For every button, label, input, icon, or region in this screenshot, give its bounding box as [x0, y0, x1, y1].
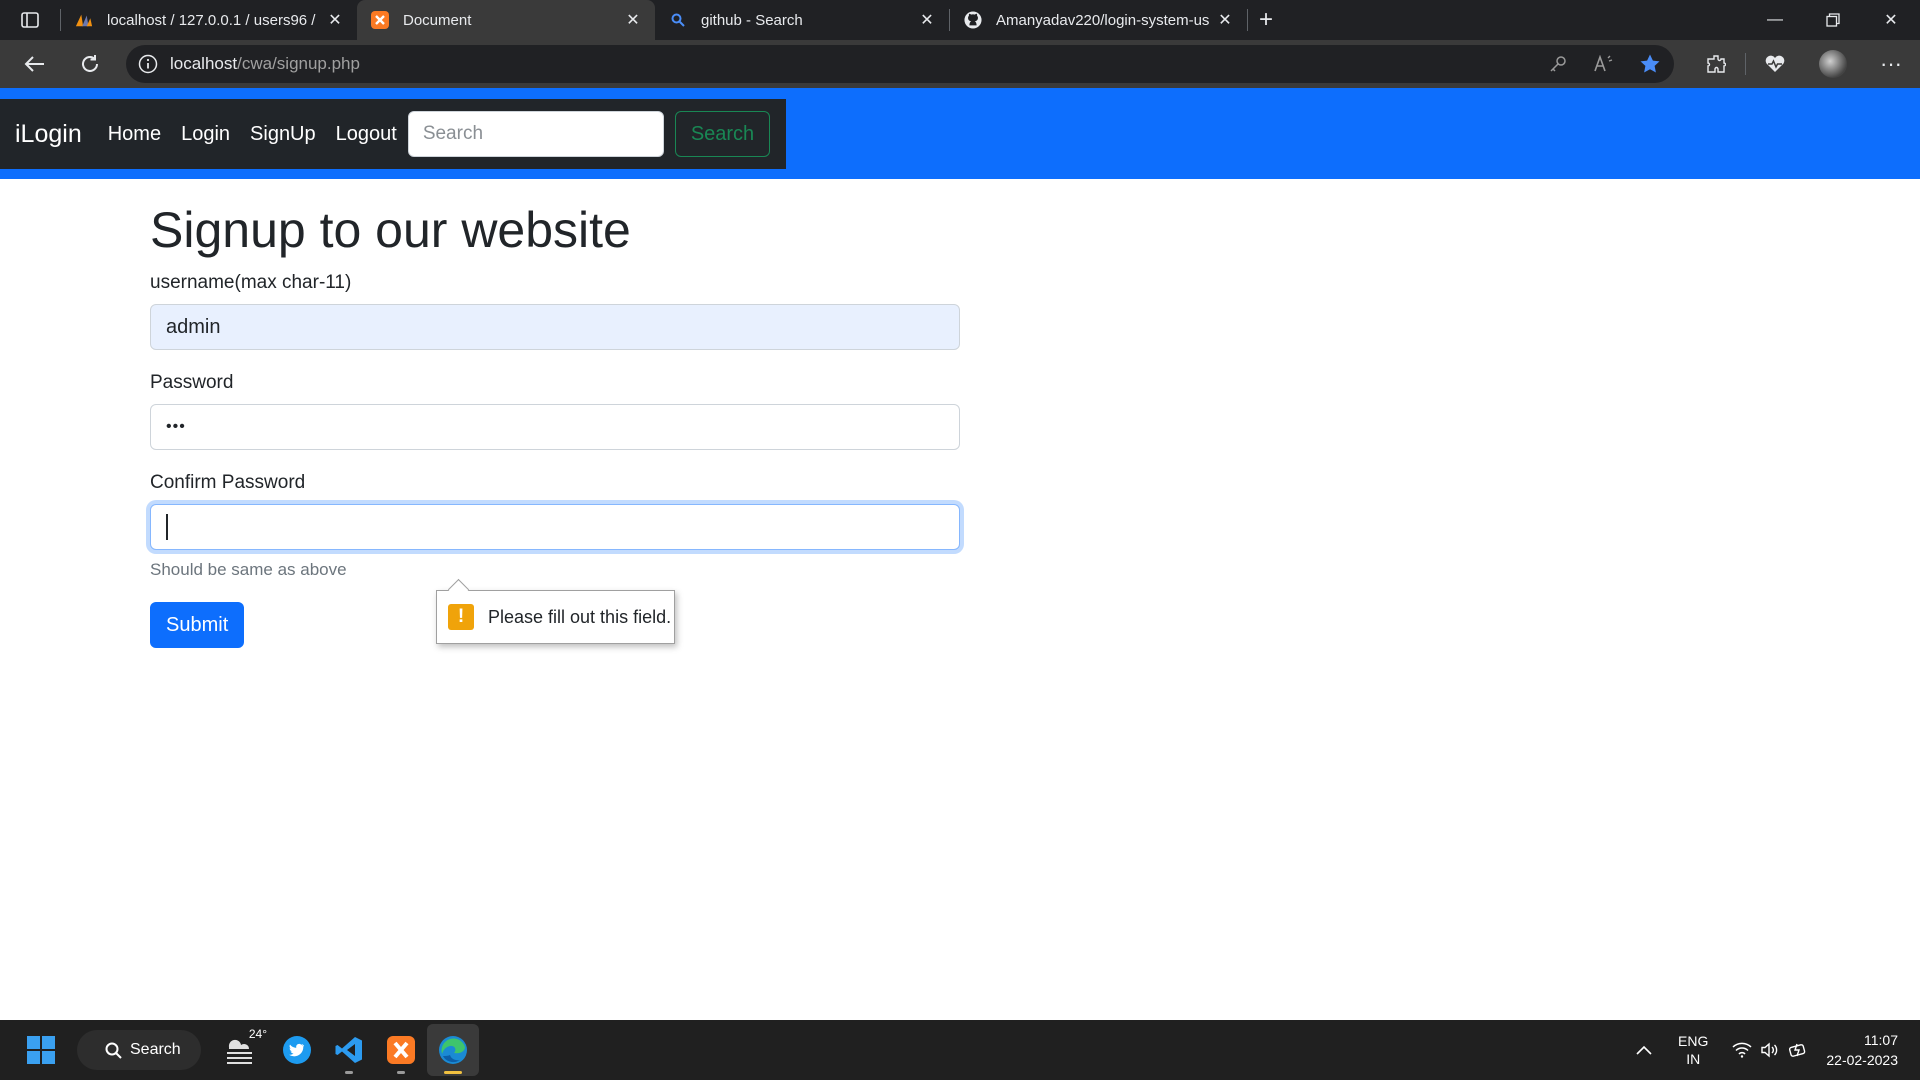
key-icon[interactable]: [1544, 50, 1572, 78]
tab-title: github - Search: [701, 11, 803, 29]
taskbar-search-label: Search: [130, 1041, 181, 1058]
battery-icon[interactable]: [1788, 1041, 1808, 1059]
minimize-icon[interactable]: —: [1746, 0, 1804, 40]
tab-title: localhost / 127.0.0.1 / users96 / u: [107, 11, 319, 29]
tab-actions-icon[interactable]: [0, 0, 60, 40]
site-navbar: iLogin Home Login SignUp Logout Search: [0, 99, 786, 169]
search-icon: [105, 1042, 122, 1059]
edge-app-icon[interactable]: [427, 1024, 479, 1076]
chevron-up-icon[interactable]: [1636, 1045, 1652, 1055]
more-options-icon[interactable]: ···: [1862, 40, 1920, 88]
taskbar-search[interactable]: Search: [77, 1030, 201, 1070]
weather-widget[interactable]: 24°: [215, 1024, 267, 1076]
language-code: ENG: [1678, 1033, 1709, 1049]
tab-title: Document: [403, 11, 472, 29]
tab-github-search[interactable]: github - Search ✕: [655, 0, 949, 40]
volume-icon[interactable]: [1760, 1042, 1780, 1058]
url-host: localhost: [170, 54, 238, 73]
browser-toolbar: localhost/cwa/signup.php ···: [0, 40, 1920, 88]
tab-document[interactable]: Document ✕: [357, 0, 655, 40]
region-code: IN: [1686, 1051, 1701, 1067]
nav-link-logout[interactable]: Logout: [336, 123, 397, 146]
refresh-icon[interactable]: [62, 40, 118, 88]
tab-title: Amanyadav220/login-system-usi: [996, 11, 1209, 29]
clock[interactable]: 11:07 22-02-2023: [1826, 1030, 1898, 1070]
close-window-icon[interactable]: ✕: [1862, 0, 1920, 40]
read-aloud-icon[interactable]: [1590, 50, 1618, 78]
site-info-icon[interactable]: [126, 54, 170, 74]
signup-form-container: Signup to our website username(max char-…: [150, 200, 960, 648]
favorite-star-icon[interactable]: [1636, 50, 1664, 78]
extensions-icon[interactable]: [1687, 40, 1745, 88]
close-tab-icon[interactable]: ✕: [919, 12, 935, 29]
tab-phpmyadmin[interactable]: localhost / 127.0.0.1 / users96 / u ✕: [61, 0, 357, 40]
url-text: localhost/cwa/signup.php: [170, 54, 360, 74]
nav-link-signup[interactable]: SignUp: [250, 123, 316, 146]
language-indicator[interactable]: ENG IN: [1678, 1032, 1708, 1068]
running-indicator: [444, 1071, 462, 1074]
running-indicator: [345, 1071, 353, 1074]
password-group: Password •••: [150, 372, 960, 450]
browser-tab-bar: localhost / 127.0.0.1 / users96 / u ✕ Do…: [0, 0, 1920, 40]
navbar-search-button[interactable]: Search: [674, 111, 771, 157]
clock-time: 11:07: [1864, 1032, 1898, 1048]
nav-link-login[interactable]: Login: [181, 123, 230, 146]
toolbar-right: ···: [1687, 40, 1920, 88]
running-indicator: [397, 1071, 405, 1074]
password-input[interactable]: •••: [150, 404, 960, 450]
confirm-password-label: Confirm Password: [150, 472, 306, 493]
username-label: username(max char-11): [150, 272, 352, 293]
system-tray: ENG IN 11:07 22-02-2023: [1636, 1020, 1920, 1080]
weather-temp: 24°: [248, 1027, 267, 1041]
address-bar[interactable]: localhost/cwa/signup.php: [126, 45, 1674, 83]
url-path: /cwa/signup.php: [237, 54, 360, 73]
warning-icon: !: [448, 604, 474, 630]
address-bar-actions: [1544, 45, 1664, 83]
window-controls: — ✕: [1746, 0, 1920, 40]
confirm-password-input[interactable]: [150, 504, 960, 550]
xampp-icon: [371, 11, 389, 29]
restore-icon[interactable]: [1804, 0, 1862, 40]
close-tab-icon[interactable]: ✕: [625, 12, 641, 29]
brand-logo[interactable]: iLogin: [15, 120, 82, 149]
phpmyadmin-icon: [75, 11, 93, 29]
search-icon: [669, 11, 687, 29]
text-cursor: [166, 514, 168, 540]
password-label: Password: [150, 372, 234, 393]
confirm-password-group: Confirm Password Should be same as above: [150, 472, 960, 580]
back-icon[interactable]: [6, 40, 62, 88]
validation-message: Please fill out this field.: [488, 606, 672, 627]
windows-taskbar: Search 24° ENG IN 11:07 22-02-2023: [0, 1020, 1920, 1080]
username-group: username(max char-11) admin: [150, 272, 960, 350]
profile-avatar[interactable]: [1804, 40, 1862, 88]
nav-link-home[interactable]: Home: [108, 123, 161, 146]
vscode-app-icon[interactable]: [323, 1024, 375, 1076]
clock-date: 22-02-2023: [1826, 1052, 1898, 1068]
twitter-app-icon[interactable]: [271, 1024, 323, 1076]
submit-button[interactable]: Submit: [150, 602, 245, 648]
wifi-icon[interactable]: [1732, 1042, 1752, 1058]
windows-start-icon[interactable]: [15, 1024, 67, 1076]
xampp-app-icon[interactable]: [375, 1024, 427, 1076]
validation-tooltip: ! Please fill out this field.: [436, 590, 675, 644]
github-icon: [964, 11, 982, 29]
username-input[interactable]: admin: [150, 304, 960, 350]
tab-github-repo[interactable]: Amanyadav220/login-system-usi ✕: [950, 0, 1247, 40]
confirm-password-help: Should be same as above: [150, 560, 347, 579]
close-tab-icon[interactable]: ✕: [1217, 12, 1233, 29]
close-tab-icon[interactable]: ✕: [327, 12, 343, 29]
browser-essentials-icon[interactable]: [1746, 40, 1804, 88]
page-title: Signup to our website: [150, 202, 631, 258]
navbar-search-input[interactable]: [407, 111, 664, 157]
new-tab-button[interactable]: +: [1248, 0, 1284, 40]
